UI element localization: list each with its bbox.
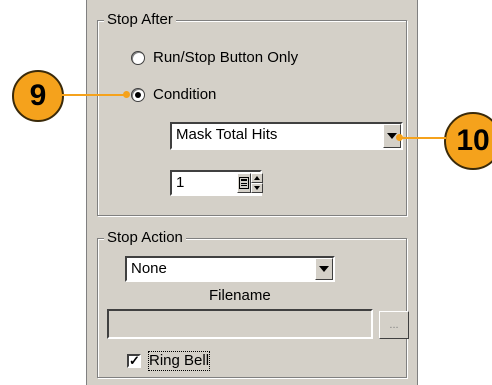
ring-bell-label[interactable]: Ring Bell — [147, 351, 211, 371]
spin-down-button[interactable] — [251, 183, 263, 193]
callout-10-leader-dot — [396, 134, 403, 141]
callout-9-leader — [62, 94, 126, 96]
stop-action-title: Stop Action — [104, 229, 186, 247]
spin-up-button[interactable] — [251, 173, 263, 183]
radio-condition-label[interactable]: Condition — [153, 86, 216, 104]
browse-button-label: ... — [389, 319, 399, 331]
callout-10-leader — [398, 137, 446, 139]
filename-label: Filename — [209, 287, 271, 304]
filename-input[interactable] — [107, 309, 373, 339]
radio-condition-dot — [135, 92, 141, 98]
spin-down-icon — [254, 186, 260, 190]
spin-up-icon — [254, 176, 260, 180]
browse-button[interactable]: ... — [379, 311, 409, 339]
callout-10: 10 — [444, 112, 492, 170]
condition-select-value: Mask Total Hits — [176, 126, 278, 143]
count-input-value: 1 — [176, 174, 185, 191]
stop-action-select[interactable]: None — [125, 256, 335, 282]
callout-10-label: 10 — [456, 124, 490, 157]
keypad-icon — [239, 177, 249, 189]
stop-settings-panel: Stop After Run/Stop Button Only Conditio… — [86, 0, 418, 385]
callout-9: 9 — [12, 70, 64, 122]
condition-select[interactable]: Mask Total Hits — [170, 122, 403, 150]
radio-run-stop-only[interactable] — [131, 51, 145, 65]
callout-9-label: 9 — [29, 79, 47, 112]
keypad-button[interactable] — [237, 173, 251, 193]
ring-bell-checkbox[interactable]: ✓ — [127, 354, 141, 368]
stop-action-select-value: None — [131, 260, 167, 277]
stop-after-title: Stop After — [104, 11, 176, 29]
radio-run-stop-only-label[interactable]: Run/Stop Button Only — [153, 49, 298, 67]
chevron-down-icon — [319, 266, 329, 272]
stop-action-dropdown-button[interactable] — [315, 258, 333, 280]
radio-condition[interactable] — [131, 88, 145, 102]
callout-9-leader-dot — [123, 91, 130, 98]
